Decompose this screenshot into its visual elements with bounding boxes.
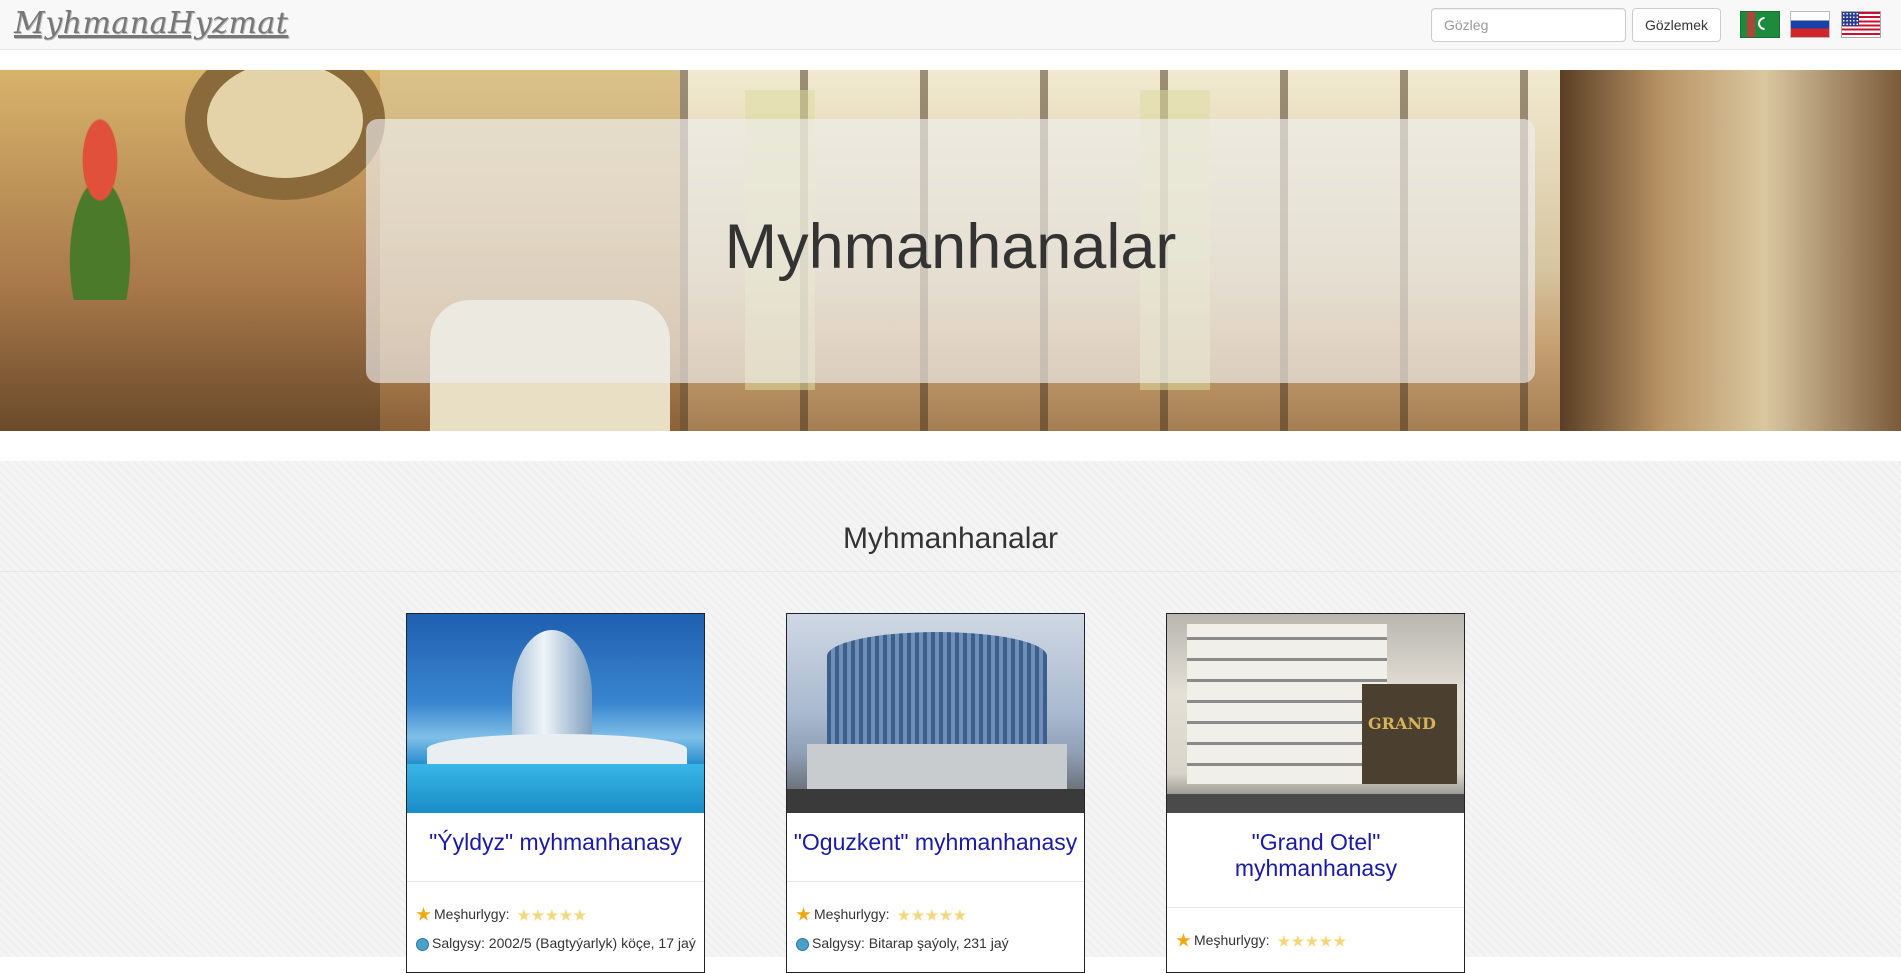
hotel-rating: Meşhurlygy: xyxy=(416,905,587,926)
hotel-rating: Meşhurlygy: xyxy=(1176,931,1347,952)
brand-logo-link[interactable]: MyhmanaHyzmat xyxy=(14,4,288,44)
hotel-card[interactable]: GRAND "Grand Otel" myhmanhanasy Meşhurly… xyxy=(1166,613,1465,973)
plant-image xyxy=(40,100,160,300)
hotel-sign-text: GRAND xyxy=(1368,714,1436,733)
hero-title: Myhmanhanalar xyxy=(724,212,1177,282)
hotel-address: Salgysy: 2002/5 (Bagtyýarlyk) köçe, 17 j… xyxy=(416,934,696,952)
hero-banner: Myhmanhanalar xyxy=(0,70,1901,431)
star-icon xyxy=(796,907,811,921)
rating-label: Meşhurlygy: xyxy=(814,906,890,922)
russian-flag-icon[interactable] xyxy=(1790,11,1830,38)
hotel-photo[interactable] xyxy=(787,614,1084,813)
hotel-name-link[interactable]: "Oguzkent" myhmanhanasy xyxy=(787,829,1084,855)
hero-overlay-panel: Myhmanhanalar xyxy=(366,119,1535,383)
hotel-photo[interactable] xyxy=(407,614,704,813)
hotel-card[interactable]: "Oguzkent" myhmanhanasy Meşhurlygy: Salg… xyxy=(786,613,1085,973)
rating-stars xyxy=(1277,934,1347,952)
divider xyxy=(787,881,1084,882)
divider xyxy=(1167,907,1464,908)
search-input[interactable] xyxy=(1431,8,1626,42)
address-text: Salgysy: 2002/5 (Bagtyýarlyk) köçe, 17 j… xyxy=(432,935,696,951)
divider xyxy=(0,571,1901,572)
rating-stars xyxy=(517,908,587,926)
hotels-section: Myhmanhanalar "Ýyldyz" myhmanhanasy Meşh… xyxy=(0,461,1901,973)
star-icon xyxy=(416,907,431,921)
section-title: Myhmanhanalar xyxy=(842,522,1059,555)
hotel-name-link[interactable]: "Grand Otel" myhmanhanasy xyxy=(1226,829,1406,881)
hero-photo-right xyxy=(1560,70,1901,431)
location-icon xyxy=(416,938,429,951)
turkmen-flag-icon[interactable] xyxy=(1740,11,1780,38)
star-icon xyxy=(1176,933,1191,947)
navbar: MyhmanaHyzmat Gözlemek xyxy=(0,0,1901,50)
rating-label: Meşhurlygy: xyxy=(434,906,510,922)
rating-stars xyxy=(897,908,967,926)
hotel-name-link[interactable]: "Ýyldyz" myhmanhanasy xyxy=(407,829,704,855)
hotel-photo[interactable]: GRAND xyxy=(1167,614,1464,813)
address-text: Salgysy: Bitarap şaýoly, 231 jaý xyxy=(812,935,1009,951)
rating-label: Meşhurlygy: xyxy=(1194,932,1270,948)
hotel-address: Salgysy: Bitarap şaýoly, 231 jaý xyxy=(796,934,1009,952)
search-button[interactable]: Gözlemek xyxy=(1632,8,1721,42)
location-icon xyxy=(796,938,809,951)
hotel-card[interactable]: "Ýyldyz" myhmanhanasy Meşhurlygy: Salgys… xyxy=(406,613,705,973)
divider xyxy=(407,881,704,882)
us-flag-icon[interactable] xyxy=(1841,11,1881,38)
hotel-rating: Meşhurlygy: xyxy=(796,905,967,926)
